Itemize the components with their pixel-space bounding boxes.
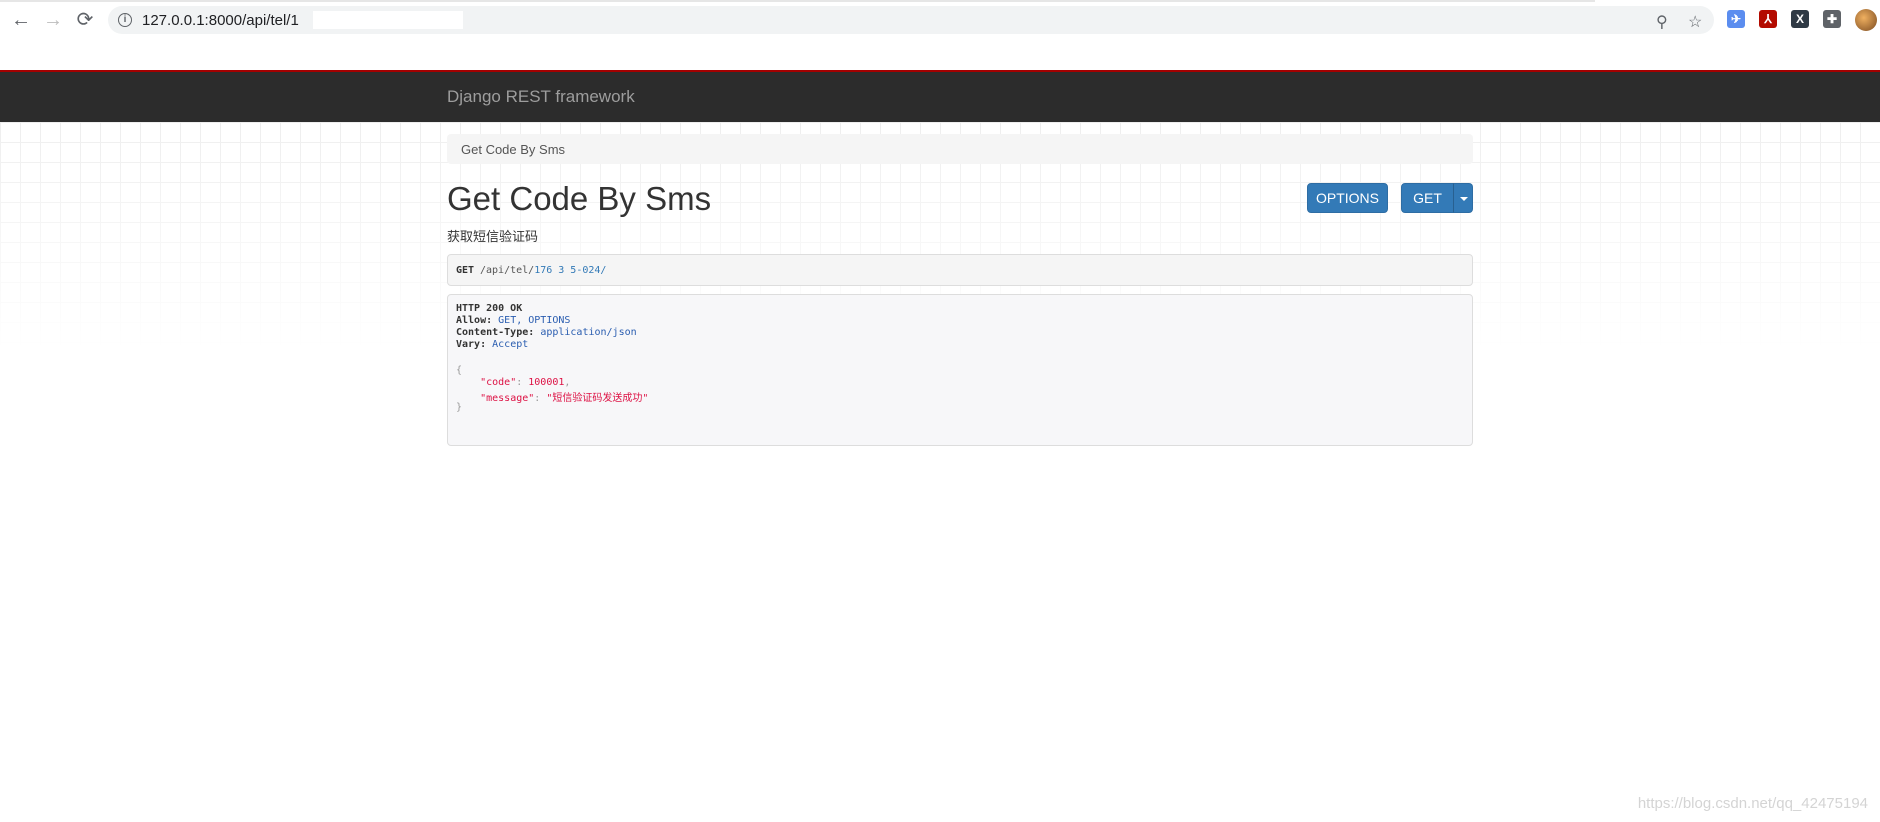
header-key: Vary: [456,339,487,350]
watermark: https://blog.csdn.net/qq_42475194 [1637,795,1868,812]
json-number-value: 100001 [528,377,565,388]
caret-down-icon [1460,197,1468,201]
response-info: HTTP 200 OK Allow: GET, OPTIONS Content-… [447,294,1473,446]
options-button[interactable]: OPTIONS [1307,183,1388,213]
back-icon[interactable]: ← [8,8,34,32]
page-description: 获取短信验证码 [447,229,539,244]
header-vary: Vary: Accept [456,339,528,350]
bookmark-star-icon[interactable]: ☆ [1688,12,1702,32]
request-path: /api/tel/176 3 5-024/ [480,265,606,276]
request-method: GET [456,265,475,276]
navbar: Django REST framework [0,70,1880,122]
header-value: Accept [492,339,529,350]
bird-extension-icon[interactable]: ✈ [1727,10,1745,28]
zoom-icon[interactable]: ⚲ [1656,12,1668,32]
forward-icon[interactable]: → [40,8,66,32]
json-message-line: "message": "短信验证码发送成功" [480,393,649,404]
redacted-region [313,11,463,29]
get-button[interactable]: GET [1401,183,1454,213]
pdf-extension-icon[interactable]: ⅄ [1759,10,1777,28]
request-path-prefix: /api/tel/ [480,265,535,276]
json-code-line: "code": 100001, [480,377,571,388]
json-close-brace: } [456,402,463,413]
json-open-brace: { [456,365,463,376]
response-status: HTTP 200 OK [456,303,523,314]
site-info-icon[interactable]: i [118,13,132,27]
get-format-dropdown[interactable] [1453,183,1473,213]
redacted-region [608,263,688,277]
header-allow: Allow: GET, OPTIONS [456,315,570,326]
request-path-link[interactable]: 176 3 5-024/ [534,265,606,276]
x-extension-icon[interactable]: X [1791,10,1809,28]
json-key: "message" [480,393,535,404]
profile-avatar[interactable] [1855,9,1877,31]
breadcrumb-item[interactable]: Get Code By Sms [461,142,565,157]
reload-icon[interactable]: ⟳ [72,8,98,32]
breadcrumb: Get Code By Sms [447,134,1473,164]
header-value: application/json [540,327,637,338]
json-string-value: "短信验证码发送成功" [546,393,649,404]
browser-toolbar: ← → ⟳ i 127.0.0.1:8000/api/tel/1 ⚲ ☆ ✈ ⅄… [0,0,1880,40]
page-title: Get Code By Sms [447,180,712,217]
header-value: GET, OPTIONS [498,315,571,326]
loading-bar [0,0,1595,2]
url-text[interactable]: 127.0.0.1:8000/api/tel/1 [142,12,299,29]
puzzle-extension-icon[interactable]: ✚ [1823,10,1841,28]
header-content-type: Content-Type: application/json [456,327,637,338]
header-key: Content-Type: [456,327,535,338]
header-key: Allow: [456,315,493,326]
request-info: GET /api/tel/176 3 5-024/ [447,254,1473,286]
navbar-brand[interactable]: Django REST framework [447,87,635,107]
address-bar[interactable]: i 127.0.0.1:8000/api/tel/1 ⚲ ☆ [108,6,1714,34]
json-key: "code" [480,377,517,388]
